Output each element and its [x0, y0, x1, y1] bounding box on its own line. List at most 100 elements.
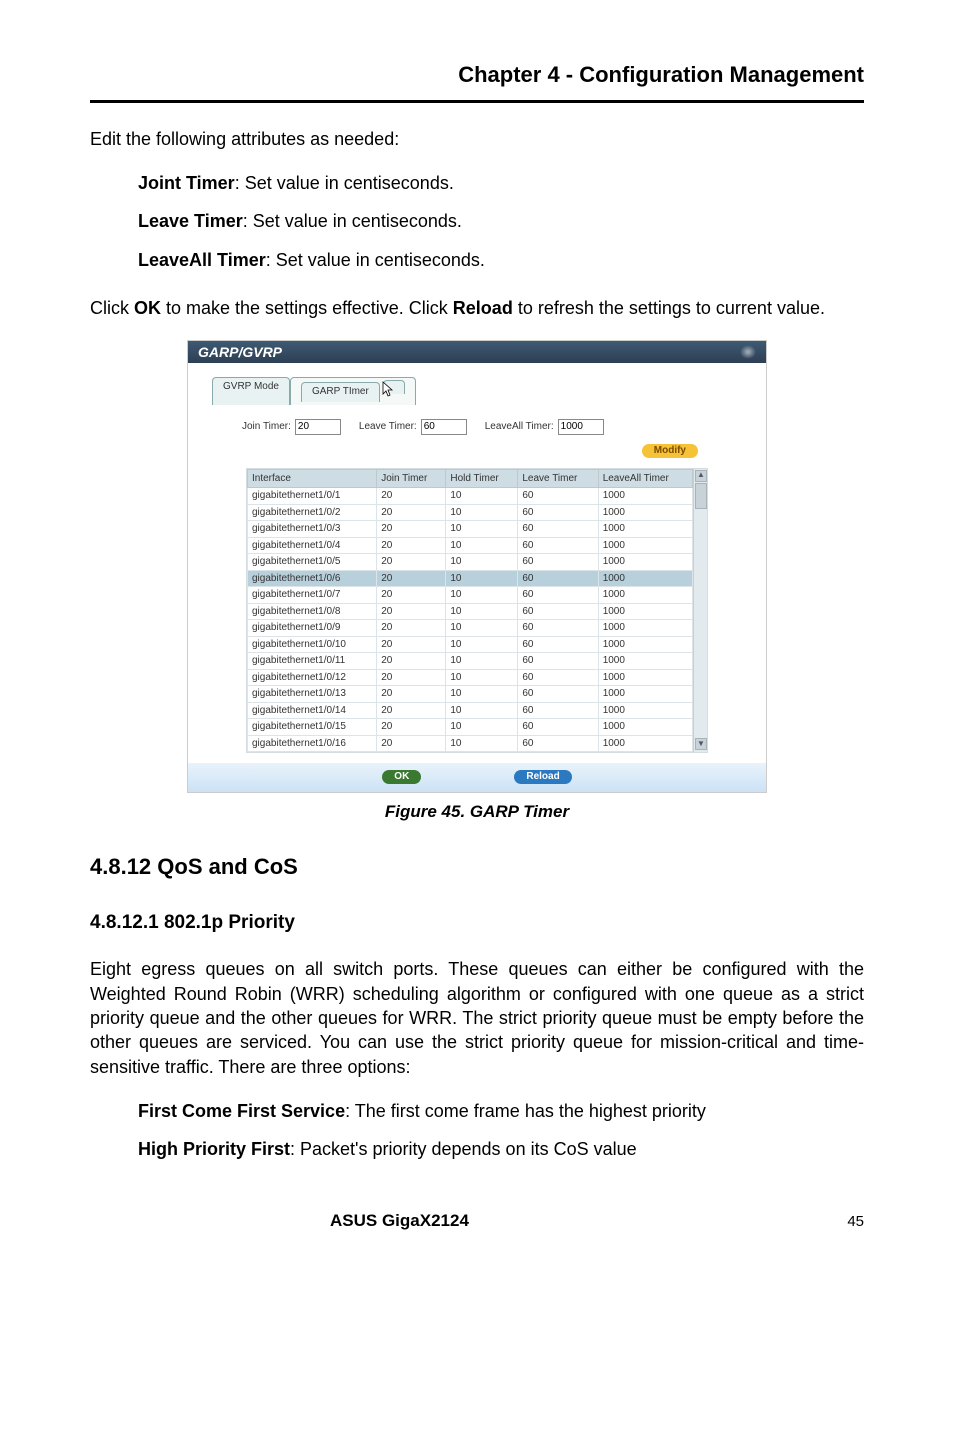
cell-leaveall: 1000: [598, 537, 692, 554]
scroll-up-icon[interactable]: ▲: [695, 470, 707, 482]
col-leaveall: LeaveAll Timer: [598, 469, 692, 488]
product-name: ASUS GigaX2124: [330, 1210, 469, 1233]
col-hold: Hold Timer: [446, 469, 518, 488]
table-row[interactable]: gigabitethernet1/0/92010601000: [248, 620, 693, 637]
figure-caption: Figure 45. GARP Timer: [187, 801, 767, 824]
table-row[interactable]: gigabitethernet1/0/82010601000: [248, 603, 693, 620]
cell-leaveall: 1000: [598, 603, 692, 620]
cell-hold: 10: [446, 570, 518, 587]
table-header-row: Interface Join Timer Hold Timer Leave Ti…: [248, 469, 693, 488]
cell-join: 20: [377, 636, 446, 653]
col-join: Join Timer: [377, 469, 446, 488]
table-row[interactable]: gigabitethernet1/0/132010601000: [248, 686, 693, 703]
table-row[interactable]: gigabitethernet1/0/122010601000: [248, 669, 693, 686]
cell-leave: 60: [518, 669, 598, 686]
cell-hold: 10: [446, 636, 518, 653]
join-timer-input[interactable]: [295, 419, 341, 435]
table-row[interactable]: gigabitethernet1/0/42010601000: [248, 537, 693, 554]
cell-leaveall: 1000: [598, 686, 692, 703]
table-row[interactable]: gigabitethernet1/0/162010601000: [248, 735, 693, 752]
panel-title-bar: GARP/GVRP: [188, 341, 766, 363]
cell-iface: gigabitethernet1/0/11: [248, 653, 377, 670]
table-row[interactable]: gigabitethernet1/0/62010601000: [248, 570, 693, 587]
chapter-header: Chapter 4 - Configuration Management: [90, 60, 864, 90]
cell-hold: 10: [446, 735, 518, 752]
reload-button[interactable]: Reload: [514, 770, 571, 784]
cell-leave: 60: [518, 719, 598, 736]
attr-label: Joint Timer: [138, 173, 235, 193]
attr-desc: : Set value in centiseconds.: [243, 211, 462, 231]
scroll-thumb[interactable]: [695, 483, 707, 509]
modify-button[interactable]: Modify: [642, 444, 698, 458]
option-label: High Priority First: [138, 1139, 290, 1159]
cell-hold: 10: [446, 653, 518, 670]
table-row[interactable]: gigabitethernet1/0/142010601000: [248, 702, 693, 719]
cell-iface: gigabitethernet1/0/12: [248, 669, 377, 686]
table-row[interactable]: gigabitethernet1/0/32010601000: [248, 521, 693, 538]
tab-gvrp-mode[interactable]: GVRP Mode: [212, 377, 290, 405]
cell-iface: gigabitethernet1/0/10: [248, 636, 377, 653]
table-scrollbar[interactable]: ▲ ▼: [693, 469, 707, 753]
tab-garp-timer[interactable]: GARP TImer: [290, 377, 416, 405]
cell-leaveall: 1000: [598, 719, 692, 736]
cell-iface: gigabitethernet1/0/1: [248, 488, 377, 505]
table-row[interactable]: gigabitethernet1/0/152010601000: [248, 719, 693, 736]
cell-leave: 60: [518, 554, 598, 571]
click-paragraph: Click OK to make the settings effective.…: [90, 296, 864, 320]
ok-button[interactable]: OK: [382, 770, 421, 784]
attr-item: Joint Timer: Set value in centiseconds.: [138, 171, 864, 195]
cell-leave: 60: [518, 488, 598, 505]
cell-iface: gigabitethernet1/0/16: [248, 735, 377, 752]
reload-ref: Reload: [453, 298, 513, 318]
cell-join: 20: [377, 620, 446, 637]
option-list: First Come First Service: The first come…: [138, 1099, 864, 1162]
table-row[interactable]: gigabitethernet1/0/102010601000: [248, 636, 693, 653]
scroll-down-icon[interactable]: ▼: [695, 738, 707, 750]
table-row[interactable]: gigabitethernet1/0/52010601000: [248, 554, 693, 571]
cell-join: 20: [377, 537, 446, 554]
page-number: 45: [847, 1212, 864, 1232]
option-label: First Come First Service: [138, 1101, 345, 1121]
table-row[interactable]: gigabitethernet1/0/22010601000: [248, 504, 693, 521]
header-rule: [90, 100, 864, 103]
col-interface: Interface: [248, 469, 377, 488]
attr-label: LeaveAll Timer: [138, 250, 266, 270]
cell-iface: gigabitethernet1/0/9: [248, 620, 377, 637]
cell-iface: gigabitethernet1/0/4: [248, 537, 377, 554]
cell-iface: gigabitethernet1/0/15: [248, 719, 377, 736]
cell-iface: gigabitethernet1/0/7: [248, 587, 377, 604]
page-footer: ASUS GigaX2124 45: [90, 1210, 864, 1233]
attr-desc: : Set value in centiseconds.: [235, 173, 454, 193]
cell-leave: 60: [518, 603, 598, 620]
text-fragment: to make the settings effective. Click: [161, 298, 453, 318]
cell-leaveall: 1000: [598, 488, 692, 505]
timer-table: Interface Join Timer Hold Timer Leave Ti…: [246, 468, 708, 754]
cell-hold: 10: [446, 719, 518, 736]
section-heading-4-8-12: 4.8.12 QoS and CoS: [90, 852, 864, 882]
cell-leave: 60: [518, 702, 598, 719]
col-leave: Leave Timer: [518, 469, 598, 488]
attr-item: LeaveAll Timer: Set value in centisecond…: [138, 248, 864, 272]
cell-join: 20: [377, 554, 446, 571]
cell-leaveall: 1000: [598, 521, 692, 538]
panel-footer: OK Reload: [188, 763, 766, 792]
cell-iface: gigabitethernet1/0/13: [248, 686, 377, 703]
leave-timer-input[interactable]: [421, 419, 467, 435]
option-item: High Priority First: Packet's priority d…: [138, 1137, 864, 1161]
cell-leaveall: 1000: [598, 554, 692, 571]
option-desc: : The first come frame has the highest p…: [345, 1101, 706, 1121]
cell-leave: 60: [518, 521, 598, 538]
cell-join: 20: [377, 686, 446, 703]
cell-hold: 10: [446, 702, 518, 719]
cell-iface: gigabitethernet1/0/5: [248, 554, 377, 571]
table-row[interactable]: gigabitethernet1/0/112010601000: [248, 653, 693, 670]
cell-iface: gigabitethernet1/0/6: [248, 570, 377, 587]
cell-hold: 10: [446, 521, 518, 538]
cell-iface: gigabitethernet1/0/3: [248, 521, 377, 538]
table-row[interactable]: gigabitethernet1/0/72010601000: [248, 587, 693, 604]
decoration-icon: [740, 345, 756, 359]
subsection-heading-4-8-12-1: 4.8.12.1 802.1p Priority: [90, 910, 864, 936]
leaveall-timer-input[interactable]: [558, 419, 604, 435]
option-item: First Come First Service: The first come…: [138, 1099, 864, 1123]
table-row[interactable]: gigabitethernet1/0/12010601000: [248, 488, 693, 505]
